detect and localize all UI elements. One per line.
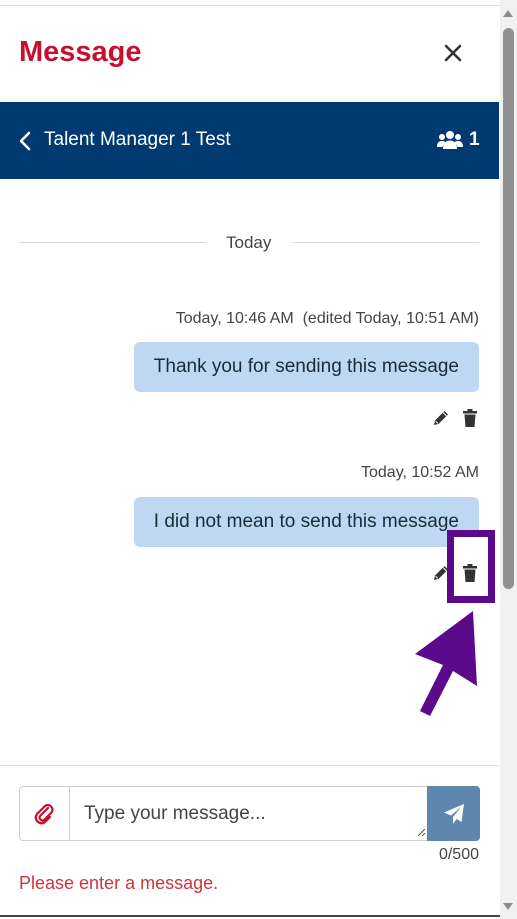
chevron-left-icon xyxy=(19,131,31,151)
message-dialog: Message Talent Manager 1 Test 1 Today To… xyxy=(0,0,517,919)
date-divider-line-left xyxy=(19,242,206,243)
dialog-title: Message xyxy=(19,36,142,68)
edit-icon xyxy=(434,411,448,425)
participant-count: 1 xyxy=(469,129,480,150)
back-button[interactable] xyxy=(18,131,32,151)
delete-icon xyxy=(463,409,477,427)
message-composer xyxy=(19,786,480,841)
message-bubble: I did not mean to send this message xyxy=(133,497,479,547)
resize-grip-icon[interactable] xyxy=(416,827,426,837)
conversation-name: Talent Manager 1 Test xyxy=(44,129,231,150)
delete-icon xyxy=(463,564,477,582)
delete-message-button[interactable] xyxy=(460,563,480,583)
close-icon xyxy=(444,44,462,62)
message-input[interactable] xyxy=(70,787,427,840)
scrollbar[interactable] xyxy=(500,0,517,919)
send-icon xyxy=(444,804,464,824)
bottom-border xyxy=(0,915,500,917)
close-button[interactable] xyxy=(440,40,466,66)
delete-message-button[interactable] xyxy=(460,408,480,428)
date-divider-label: Today xyxy=(226,233,272,252)
character-count: 0/500 xyxy=(438,846,479,863)
send-button[interactable] xyxy=(427,786,480,841)
conversation-header: Talent Manager 1 Test 1 xyxy=(0,102,499,179)
paperclip-icon xyxy=(34,803,54,825)
participants-button[interactable]: 1 xyxy=(437,129,480,151)
message-timestamp: Today, 10:46 AM (edited Today, 10:51 AM) xyxy=(175,310,479,327)
scroll-up-arrow-icon[interactable] xyxy=(503,10,513,17)
annotation-arrow xyxy=(415,611,477,716)
message-timestamp: Today, 10:52 AM xyxy=(361,464,479,481)
edit-message-button[interactable] xyxy=(431,408,451,428)
date-divider-line-right xyxy=(292,242,479,243)
composer-divider xyxy=(0,765,499,766)
validation-error: Please enter a message. xyxy=(19,873,219,893)
scroll-down-arrow-icon[interactable] xyxy=(503,903,513,910)
attach-button[interactable] xyxy=(20,787,70,840)
users-icon xyxy=(437,131,463,149)
top-border xyxy=(0,5,500,6)
scroll-thumb[interactable] xyxy=(503,28,514,589)
message-bubble: Thank you for sending this message xyxy=(133,342,479,392)
